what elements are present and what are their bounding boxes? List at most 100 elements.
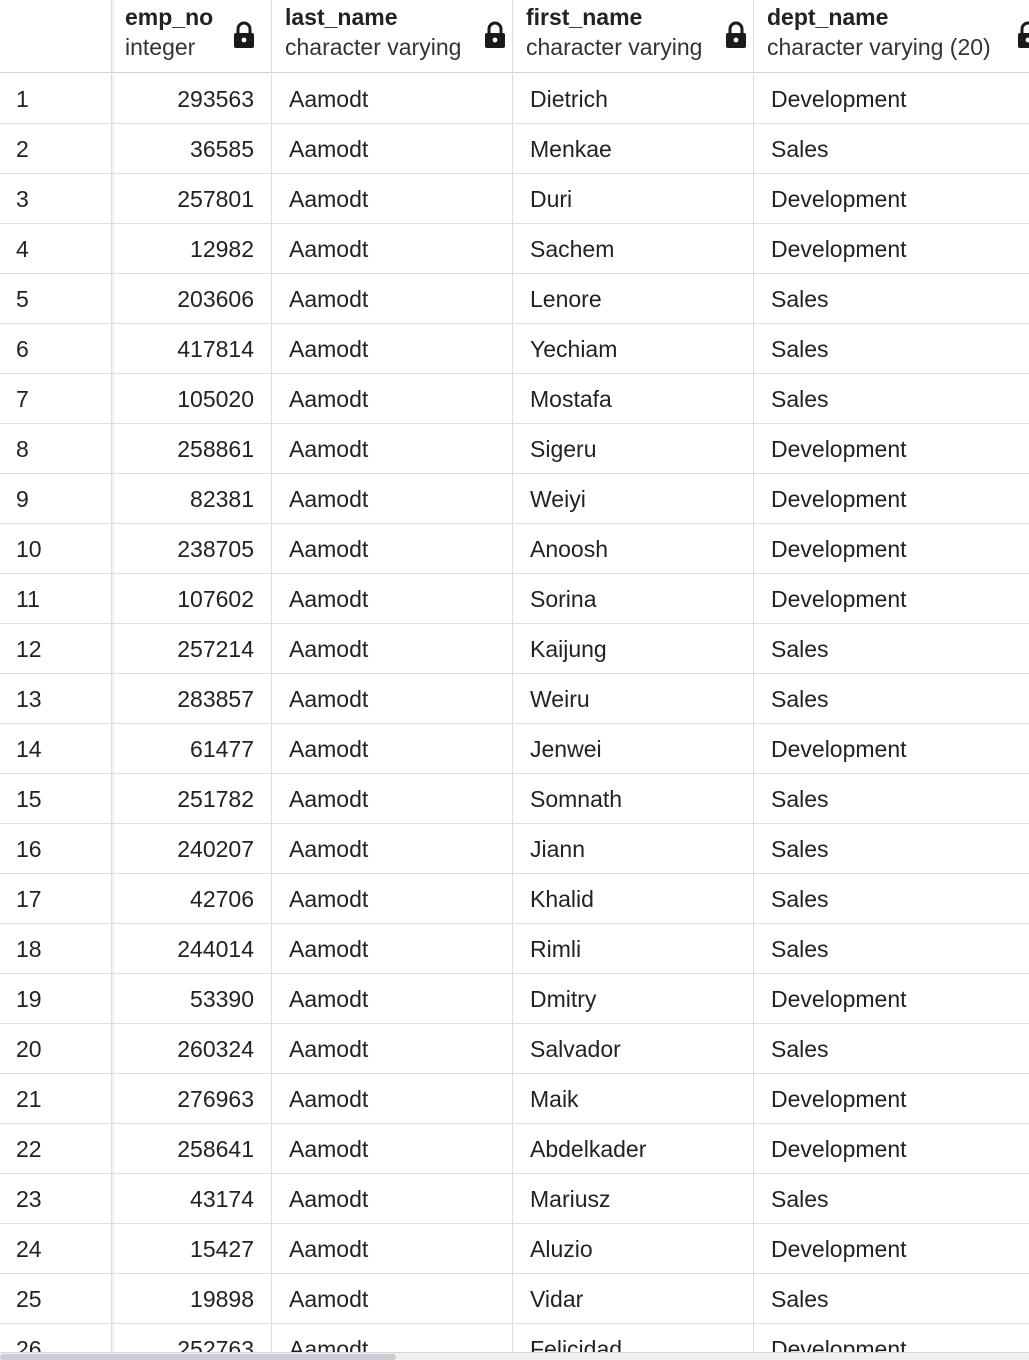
cell-last-name[interactable]: Aamodt	[272, 374, 513, 424]
row-number[interactable]: 18	[0, 924, 112, 974]
cell-emp-no[interactable]: 257801	[112, 174, 272, 224]
cell-dept-name[interactable]: Development	[754, 74, 1029, 124]
table-row[interactable]: 5 203606 Aamodt Lenore Sales	[0, 274, 1029, 324]
cell-emp-no[interactable]: 257214	[112, 624, 272, 674]
cell-last-name[interactable]: Aamodt	[272, 1174, 513, 1224]
cell-last-name[interactable]: Aamodt	[272, 574, 513, 624]
cell-last-name[interactable]: Aamodt	[272, 74, 513, 124]
cell-first-name[interactable]: Duri	[513, 174, 754, 224]
row-number[interactable]: 9	[0, 474, 112, 524]
cell-dept-name[interactable]: Sales	[754, 774, 1029, 824]
cell-emp-no[interactable]: 276963	[112, 1074, 272, 1124]
table-row[interactable]: 25 19898 Aamodt Vidar Sales	[0, 1274, 1029, 1324]
cell-last-name[interactable]: Aamodt	[272, 824, 513, 874]
table-row[interactable]: 1 293563 Aamodt Dietrich Development	[0, 74, 1029, 124]
column-header-first-name[interactable]: first_name character varying	[513, 0, 754, 73]
row-number[interactable]: 23	[0, 1174, 112, 1224]
cell-last-name[interactable]: Aamodt	[272, 624, 513, 674]
row-number[interactable]: 6	[0, 324, 112, 374]
cell-emp-no[interactable]: 203606	[112, 274, 272, 324]
cell-emp-no[interactable]: 105020	[112, 374, 272, 424]
cell-last-name[interactable]: Aamodt	[272, 124, 513, 174]
table-row[interactable]: 10 238705 Aamodt Anoosh Development	[0, 524, 1029, 574]
cell-last-name[interactable]: Aamodt	[272, 1224, 513, 1274]
table-row[interactable]: 18 244014 Aamodt Rimli Sales	[0, 924, 1029, 974]
cell-dept-name[interactable]: Development	[754, 224, 1029, 274]
cell-first-name[interactable]: Somnath	[513, 774, 754, 824]
cell-dept-name[interactable]: Sales	[754, 824, 1029, 874]
table-row[interactable]: 15 251782 Aamodt Somnath Sales	[0, 774, 1029, 824]
cell-last-name[interactable]: Aamodt	[272, 774, 513, 824]
cell-first-name[interactable]: Khalid	[513, 874, 754, 924]
cell-dept-name[interactable]: Sales	[754, 274, 1029, 324]
table-row[interactable]: 8 258861 Aamodt Sigeru Development	[0, 424, 1029, 474]
cell-first-name[interactable]: Mariusz	[513, 1174, 754, 1224]
row-number[interactable]: 20	[0, 1024, 112, 1074]
cell-emp-no[interactable]: 283857	[112, 674, 272, 724]
cell-emp-no[interactable]: 258861	[112, 424, 272, 474]
row-number[interactable]: 2	[0, 124, 112, 174]
cell-emp-no[interactable]: 43174	[112, 1174, 272, 1224]
table-row[interactable]: 24 15427 Aamodt Aluzio Development	[0, 1224, 1029, 1274]
cell-first-name[interactable]: Weiyi	[513, 474, 754, 524]
horizontal-scrollbar[interactable]	[0, 1352, 1029, 1360]
table-row[interactable]: 21 276963 Aamodt Maik Development	[0, 1074, 1029, 1124]
cell-first-name[interactable]: Sachem	[513, 224, 754, 274]
cell-dept-name[interactable]: Sales	[754, 1024, 1029, 1074]
cell-dept-name[interactable]: Development	[754, 574, 1029, 624]
table-row[interactable]: 14 61477 Aamodt Jenwei Development	[0, 724, 1029, 774]
cell-emp-no[interactable]: 251782	[112, 774, 272, 824]
cell-first-name[interactable]: Dietrich	[513, 74, 754, 124]
cell-last-name[interactable]: Aamodt	[272, 874, 513, 924]
cell-last-name[interactable]: Aamodt	[272, 1124, 513, 1174]
table-row[interactable]: 3 257801 Aamodt Duri Development	[0, 174, 1029, 224]
cell-first-name[interactable]: Mostafa	[513, 374, 754, 424]
row-number-header[interactable]	[0, 0, 112, 73]
table-row[interactable]: 6 417814 Aamodt Yechiam Sales	[0, 324, 1029, 374]
column-header-last-name[interactable]: last_name character varying	[272, 0, 513, 73]
cell-emp-no[interactable]: 36585	[112, 124, 272, 174]
cell-first-name[interactable]: Rimli	[513, 924, 754, 974]
cell-first-name[interactable]: Jenwei	[513, 724, 754, 774]
cell-emp-no[interactable]: 42706	[112, 874, 272, 924]
row-number[interactable]: 15	[0, 774, 112, 824]
cell-dept-name[interactable]: Sales	[754, 324, 1029, 374]
cell-emp-no[interactable]: 293563	[112, 74, 272, 124]
cell-first-name[interactable]: Jiann	[513, 824, 754, 874]
cell-emp-no[interactable]: 19898	[112, 1274, 272, 1324]
row-number[interactable]: 13	[0, 674, 112, 724]
row-number[interactable]: 14	[0, 724, 112, 774]
cell-last-name[interactable]: Aamodt	[272, 174, 513, 224]
cell-emp-no[interactable]: 244014	[112, 924, 272, 974]
table-row[interactable]: 17 42706 Aamodt Khalid Sales	[0, 874, 1029, 924]
cell-dept-name[interactable]: Development	[754, 724, 1029, 774]
cell-first-name[interactable]: Kaijung	[513, 624, 754, 674]
cell-dept-name[interactable]: Development	[754, 1224, 1029, 1274]
table-row[interactable]: 13 283857 Aamodt Weiru Sales	[0, 674, 1029, 724]
cell-dept-name[interactable]: Sales	[754, 1274, 1029, 1324]
cell-dept-name[interactable]: Development	[754, 1124, 1029, 1174]
cell-first-name[interactable]: Maik	[513, 1074, 754, 1124]
cell-last-name[interactable]: Aamodt	[272, 424, 513, 474]
column-header-dept-name[interactable]: dept_name character varying (20)	[754, 0, 1029, 73]
cell-emp-no[interactable]: 240207	[112, 824, 272, 874]
cell-last-name[interactable]: Aamodt	[272, 974, 513, 1024]
cell-last-name[interactable]: Aamodt	[272, 674, 513, 724]
cell-dept-name[interactable]: Development	[754, 474, 1029, 524]
cell-emp-no[interactable]: 15427	[112, 1224, 272, 1274]
row-number[interactable]: 25	[0, 1274, 112, 1324]
cell-first-name[interactable]: Sorina	[513, 574, 754, 624]
cell-last-name[interactable]: Aamodt	[272, 1074, 513, 1124]
cell-emp-no[interactable]: 417814	[112, 324, 272, 374]
row-number[interactable]: 21	[0, 1074, 112, 1124]
cell-emp-no[interactable]: 61477	[112, 724, 272, 774]
table-row[interactable]: 4 12982 Aamodt Sachem Development	[0, 224, 1029, 274]
row-number[interactable]: 4	[0, 224, 112, 274]
table-row[interactable]: 19 53390 Aamodt Dmitry Development	[0, 974, 1029, 1024]
row-number[interactable]: 1	[0, 74, 112, 124]
row-number[interactable]: 7	[0, 374, 112, 424]
cell-last-name[interactable]: Aamodt	[272, 1024, 513, 1074]
row-number[interactable]: 3	[0, 174, 112, 224]
cell-first-name[interactable]: Weiru	[513, 674, 754, 724]
table-row[interactable]: 2 36585 Aamodt Menkae Sales	[0, 124, 1029, 174]
